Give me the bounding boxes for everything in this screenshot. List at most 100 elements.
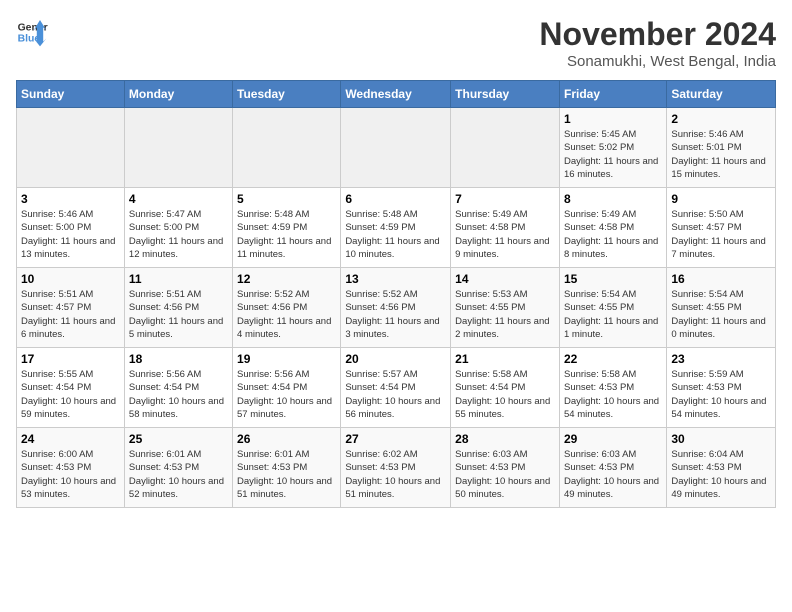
day-number: 22 (564, 352, 662, 366)
day-cell: 23Sunrise: 5:59 AMSunset: 4:53 PMDayligh… (667, 348, 776, 428)
week-row-4: 17Sunrise: 5:55 AMSunset: 4:54 PMDayligh… (17, 348, 776, 428)
day-cell (341, 108, 451, 188)
day-info: Sunrise: 5:54 AMSunset: 4:55 PMDaylight:… (671, 288, 771, 341)
day-info: Sunrise: 5:51 AMSunset: 4:57 PMDaylight:… (21, 288, 120, 341)
day-cell (233, 108, 341, 188)
day-cell: 22 Sunrise: 5:58 AMSunset: 4:53 PMDayligh… (559, 348, 666, 428)
day-cell: 10 Sunrise: 5:51 AMSunset: 4:57 PMDayligh… (17, 268, 125, 348)
day-number: 10 (21, 272, 120, 286)
day-cell: 15 Sunrise: 5:54 AMSunset: 4:55 PMDayligh… (559, 268, 666, 348)
day-number: 16 (671, 272, 771, 286)
day-number: 17 (21, 352, 120, 366)
day-number: 27 (345, 432, 446, 446)
weekday-header-tuesday: Tuesday (233, 81, 341, 108)
day-number: 14 (455, 272, 555, 286)
day-cell: 9Sunrise: 5:50 AMSunset: 4:57 PMDaylight… (667, 188, 776, 268)
header: General Blue November 2024 Sonamukhi, We… (16, 16, 776, 70)
svg-text:General: General (18, 22, 48, 33)
day-cell: 3 Sunrise: 5:46 AMSunset: 5:00 PMDaylight… (17, 188, 125, 268)
day-number: 3 (21, 192, 120, 206)
logo-icon: General Blue (16, 16, 48, 48)
day-info: Sunrise: 6:01 AMSunset: 4:53 PMDaylight:… (129, 448, 228, 501)
day-cell: 14Sunrise: 5:53 AMSunset: 4:55 PMDayligh… (451, 268, 560, 348)
day-cell (17, 108, 125, 188)
day-number: 29 (564, 432, 662, 446)
day-info: Sunrise: 5:52 AMSunset: 4:56 PMDaylight:… (345, 288, 446, 341)
day-number: 19 (237, 352, 336, 366)
day-number: 24 (21, 432, 120, 446)
day-info: Sunrise: 5:58 AMSunset: 4:54 PMDaylight:… (455, 368, 555, 421)
day-number: 25 (129, 432, 228, 446)
weekday-header-monday: Monday (124, 81, 232, 108)
day-cell: 12 Sunrise: 5:52 AMSunset: 4:56 PMDayligh… (233, 268, 341, 348)
day-cell: 27 Sunrise: 6:02 AMSunset: 4:53 PMDayligh… (341, 428, 451, 508)
day-number: 5 (237, 192, 336, 206)
day-cell: 20 Sunrise: 5:57 AMSunset: 4:54 PMDayligh… (341, 348, 451, 428)
day-cell: 2 Sunrise: 5:46 AMSunset: 5:01 PMDaylight… (667, 108, 776, 188)
day-cell: 17Sunrise: 5:55 AMSunset: 4:54 PMDayligh… (17, 348, 125, 428)
day-info: Sunrise: 5:46 AMSunset: 5:00 PMDaylight:… (21, 208, 120, 261)
day-cell (124, 108, 232, 188)
weekday-header-sunday: Sunday (17, 81, 125, 108)
day-number: 12 (237, 272, 336, 286)
weekday-header-wednesday: Wednesday (341, 81, 451, 108)
day-cell: 28Sunrise: 6:03 AMSunset: 4:53 PMDayligh… (451, 428, 560, 508)
day-cell: 1 Sunrise: 5:45 AMSunset: 5:02 PMDaylight… (559, 108, 666, 188)
day-info: Sunrise: 6:03 AMSunset: 4:53 PMDaylight:… (564, 448, 662, 501)
day-info: Sunrise: 5:48 AMSunset: 4:59 PMDaylight:… (345, 208, 446, 261)
day-info: Sunrise: 5:50 AMSunset: 4:57 PMDaylight:… (671, 208, 771, 261)
day-number: 18 (129, 352, 228, 366)
day-info: Sunrise: 5:51 AMSunset: 4:56 PMDaylight:… (129, 288, 228, 341)
day-cell: 7 Sunrise: 5:49 AMSunset: 4:58 PMDaylight… (451, 188, 560, 268)
day-info: Sunrise: 5:56 AMSunset: 4:54 PMDaylight:… (129, 368, 228, 421)
day-info: Sunrise: 5:58 AMSunset: 4:53 PMDaylight:… (564, 368, 662, 421)
day-cell: 25 Sunrise: 6:01 AMSunset: 4:53 PMDayligh… (124, 428, 232, 508)
week-row-3: 10 Sunrise: 5:51 AMSunset: 4:57 PMDayligh… (17, 268, 776, 348)
weekday-header-friday: Friday (559, 81, 666, 108)
week-row-1: 1 Sunrise: 5:45 AMSunset: 5:02 PMDaylight… (17, 108, 776, 188)
day-info: Sunrise: 5:45 AMSunset: 5:02 PMDaylight:… (564, 128, 662, 181)
day-info: Sunrise: 5:46 AMSunset: 5:01 PMDaylight:… (671, 128, 771, 181)
logo: General Blue (16, 16, 48, 48)
day-cell: 18 Sunrise: 5:56 AMSunset: 4:54 PMDayligh… (124, 348, 232, 428)
weekday-header-saturday: Saturday (667, 81, 776, 108)
day-info: Sunrise: 6:01 AMSunset: 4:53 PMDaylight:… (237, 448, 336, 501)
day-cell: 16 Sunrise: 5:54 AMSunset: 4:55 PMDayligh… (667, 268, 776, 348)
day-cell: 13 Sunrise: 5:52 AMSunset: 4:56 PMDayligh… (341, 268, 451, 348)
month-title: November 2024 (539, 16, 776, 53)
week-row-5: 24Sunrise: 6:00 AMSunset: 4:53 PMDayligh… (17, 428, 776, 508)
day-info: Sunrise: 6:02 AMSunset: 4:53 PMDaylight:… (345, 448, 446, 501)
header-row: SundayMondayTuesdayWednesdayThursdayFrid… (17, 81, 776, 108)
day-info: Sunrise: 5:56 AMSunset: 4:54 PMDaylight:… (237, 368, 336, 421)
day-info: Sunrise: 5:57 AMSunset: 4:54 PMDaylight:… (345, 368, 446, 421)
day-number: 13 (345, 272, 446, 286)
day-number: 26 (237, 432, 336, 446)
day-cell: 6 Sunrise: 5:48 AMSunset: 4:59 PMDaylight… (341, 188, 451, 268)
day-number: 7 (455, 192, 555, 206)
day-number: 1 (564, 112, 662, 126)
day-number: 8 (564, 192, 662, 206)
location: Sonamukhi, West Bengal, India (539, 53, 776, 70)
day-number: 11 (129, 272, 228, 286)
day-number: 23 (671, 352, 771, 366)
day-number: 15 (564, 272, 662, 286)
week-row-2: 3 Sunrise: 5:46 AMSunset: 5:00 PMDaylight… (17, 188, 776, 268)
day-number: 2 (671, 112, 771, 126)
day-number: 6 (345, 192, 446, 206)
weekday-header-thursday: Thursday (451, 81, 560, 108)
day-cell: 11 Sunrise: 5:51 AMSunset: 4:56 PMDayligh… (124, 268, 232, 348)
day-info: Sunrise: 6:03 AMSunset: 4:53 PMDaylight:… (455, 448, 555, 501)
day-cell: 19 Sunrise: 5:56 AMSunset: 4:54 PMDayligh… (233, 348, 341, 428)
day-info: Sunrise: 5:54 AMSunset: 4:55 PMDaylight:… (564, 288, 662, 341)
day-cell (451, 108, 560, 188)
day-cell: 21Sunrise: 5:58 AMSunset: 4:54 PMDayligh… (451, 348, 560, 428)
day-cell: 5 Sunrise: 5:48 AMSunset: 4:59 PMDaylight… (233, 188, 341, 268)
day-info: Sunrise: 5:47 AMSunset: 5:00 PMDaylight:… (129, 208, 228, 261)
day-info: Sunrise: 5:49 AMSunset: 4:58 PMDaylight:… (455, 208, 555, 261)
day-cell: 8Sunrise: 5:49 AMSunset: 4:58 PMDaylight… (559, 188, 666, 268)
calendar-table: SundayMondayTuesdayWednesdayThursdayFrid… (16, 80, 776, 508)
title-area: November 2024 Sonamukhi, West Bengal, In… (539, 16, 776, 70)
day-info: Sunrise: 5:52 AMSunset: 4:56 PMDaylight:… (237, 288, 336, 341)
day-number: 20 (345, 352, 446, 366)
day-info: Sunrise: 5:48 AMSunset: 4:59 PMDaylight:… (237, 208, 336, 261)
